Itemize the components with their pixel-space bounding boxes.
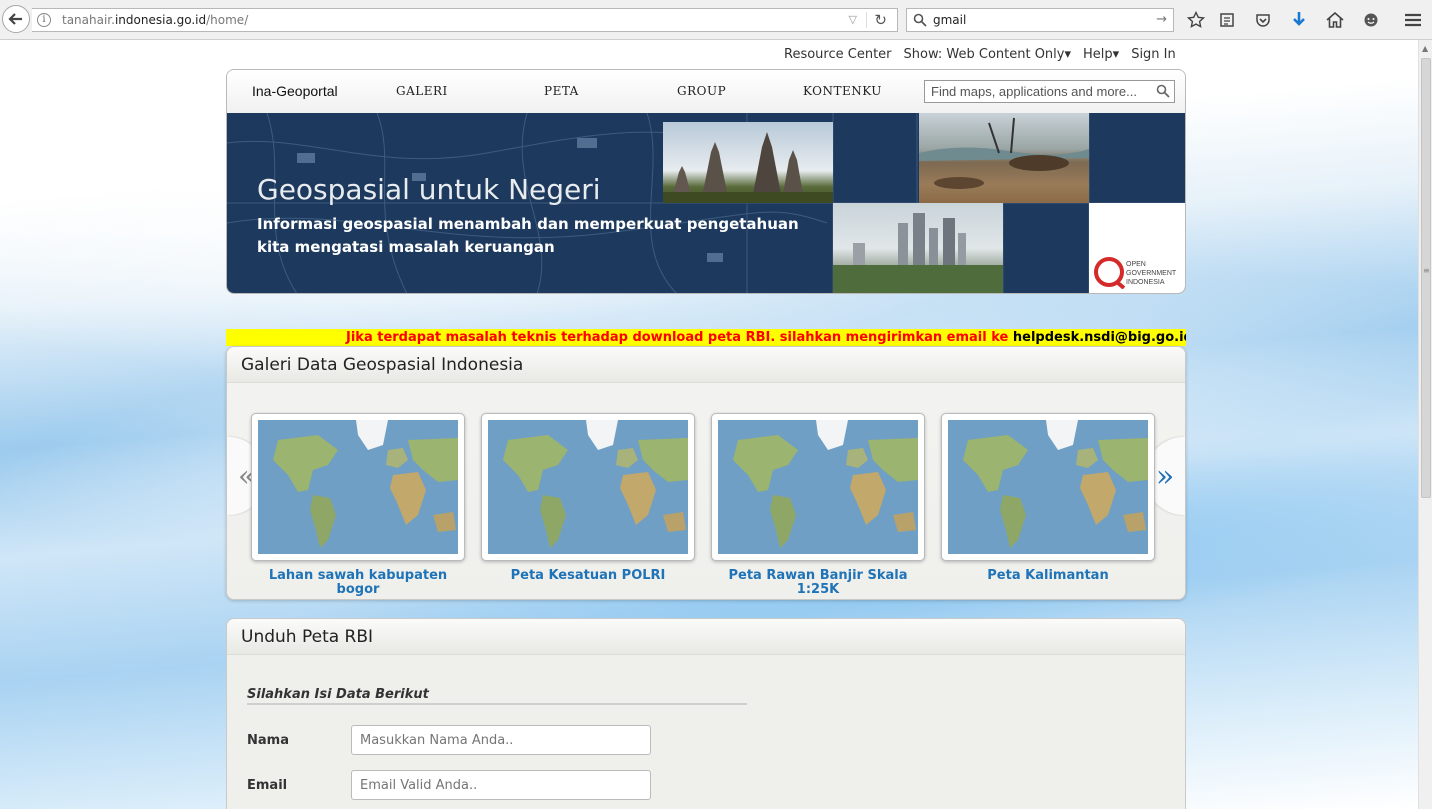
email-input[interactable] — [351, 770, 651, 800]
search-icon — [913, 13, 927, 27]
name-input[interactable] — [351, 725, 651, 755]
arrow-left-icon — [8, 13, 22, 25]
go-arrow-icon[interactable]: → — [1156, 9, 1167, 31]
world-map-image — [718, 420, 918, 554]
browser-search-value: gmail — [933, 13, 967, 27]
search-icon[interactable] — [1156, 84, 1170, 98]
scroll-thumb[interactable]: ≡ — [1421, 58, 1431, 498]
nav-item-group[interactable]: GROUP — [677, 84, 726, 98]
download-icon[interactable] — [1289, 10, 1309, 30]
gallery-item[interactable]: Lahan sawah kabupaten bogor — [251, 413, 465, 597]
address-bar[interactable]: i tanahair.indonesia.go.id/home/ ▽ ↻ — [32, 8, 898, 32]
form-section-header: Silahkan Isi Data Berikut — [247, 683, 747, 705]
form-section-title: Silahkan Isi Data Berikut — [247, 687, 429, 702]
reload-icon[interactable]: ↻ — [874, 9, 887, 31]
download-header: Unduh Peta RBI — [227, 619, 1185, 655]
notice-text: Jika terdapat masalah teknis terhadap do… — [346, 330, 1013, 345]
nav-brand[interactable]: Ina-Geoportal — [252, 83, 338, 99]
help-dropdown[interactable]: Help▾ — [1083, 47, 1119, 65]
city-photo — [833, 203, 1003, 293]
notice-marquee: Jika terdapat masalah teknis terhadap do… — [226, 329, 1186, 346]
site-search-placeholder: Find maps, applications and more... — [931, 84, 1137, 99]
ogi-logo-text: OPEN GOVERNMENT INDONESIA — [1126, 261, 1177, 286]
main-nav: Ina-Geoportal GALERI PETA GROUP KONTENKU… — [227, 70, 1185, 113]
notice-email[interactable]: helpdesk.nsdi@big.go.id — [1013, 330, 1186, 345]
reading-list-icon[interactable] — [1217, 10, 1237, 30]
map-thumbnail[interactable] — [711, 413, 925, 561]
divider — [866, 12, 867, 28]
browser-toolbar: i tanahair.indonesia.go.id/home/ ▽ ↻ gma… — [0, 0, 1432, 40]
gallery-panel: Galeri Data Geospasial Indonesia « » Lah… — [226, 346, 1186, 600]
show-content-dropdown[interactable]: Show: Web Content Only▾ — [904, 47, 1072, 65]
name-label: Nama — [247, 733, 289, 748]
resource-center-link[interactable]: Resource Center — [784, 47, 892, 65]
world-map-image — [258, 420, 458, 554]
download-panel: Unduh Peta RBI Silahkan Isi Data Berikut… — [226, 618, 1186, 809]
hero-banner: Geospasial untuk Negeri Informasi geospa… — [227, 113, 1185, 293]
gallery-title: Galeri Data Geospasial Indonesia — [241, 355, 524, 375]
hello-chat-icon[interactable] — [1361, 10, 1381, 30]
gallery-caption[interactable]: Peta Kalimantan — [941, 569, 1155, 583]
site-search-input[interactable]: Find maps, applications and more... — [924, 80, 1175, 103]
info-icon[interactable]: i — [37, 13, 51, 27]
download-title: Unduh Peta RBI — [241, 627, 374, 647]
url-path: /home/ — [206, 13, 249, 27]
nav-item-kontenku[interactable]: KONTENKU — [803, 84, 882, 98]
pocket-icon[interactable] — [1253, 10, 1273, 30]
gallery-header: Galeri Data Geospasial Indonesia — [227, 347, 1185, 383]
gallery-item[interactable]: Peta Kalimantan — [941, 413, 1155, 583]
page-scrollbar[interactable]: ▲ ≡ — [1418, 40, 1432, 809]
banner-subtitle: Informasi geospasial menambah dan memper… — [257, 215, 799, 256]
beach-photo — [919, 113, 1089, 203]
world-map-image — [488, 420, 688, 554]
gallery-item[interactable]: Peta Rawan Banjir Skala 1:25K — [711, 413, 925, 597]
banner-title: Geospasial untuk Negeri — [257, 173, 601, 206]
url-host: indonesia.go.id — [114, 13, 207, 27]
gallery-caption[interactable]: Peta Kesatuan POLRI — [481, 569, 695, 583]
gallery-caption[interactable]: Peta Rawan Banjir Skala 1:25K — [711, 569, 925, 597]
map-thumbnail[interactable] — [941, 413, 1155, 561]
chevron-double-right-icon: » — [1155, 458, 1175, 494]
world-map-image — [948, 420, 1148, 554]
map-thumbnail[interactable] — [481, 413, 695, 561]
sign-in-link[interactable]: Sign In — [1131, 47, 1176, 65]
scroll-up-icon[interactable]: ▲ — [1422, 44, 1428, 53]
email-label: Email — [247, 778, 288, 793]
grip-icon: ≡ — [1423, 266, 1430, 275]
url-prefix: tanahair. — [62, 13, 115, 27]
menu-icon[interactable] — [1403, 10, 1423, 30]
browser-search-input[interactable]: gmail → — [906, 8, 1174, 32]
temple-photo — [663, 122, 833, 203]
map-thumbnail[interactable] — [251, 413, 465, 561]
nav-item-galeri[interactable]: GALERI — [396, 84, 448, 98]
home-icon[interactable] — [1325, 10, 1345, 30]
back-button[interactable] — [2, 5, 30, 33]
open-government-indonesia-logo[interactable]: OPEN GOVERNMENT INDONESIA — [1089, 203, 1185, 293]
bookmark-star-icon[interactable] — [1186, 10, 1206, 30]
site-header: Ina-Geoportal GALERI PETA GROUP KONTENKU… — [226, 69, 1186, 294]
ogi-logo-icon — [1094, 257, 1126, 289]
nav-item-peta[interactable]: PETA — [544, 84, 579, 98]
top-links: Resource Center Show: Web Content Only▾ … — [784, 47, 1176, 65]
gallery-caption[interactable]: Lahan sawah kabupaten bogor — [251, 569, 465, 597]
gallery-item[interactable]: Peta Kesatuan POLRI — [481, 413, 695, 583]
dropdown-icon[interactable]: ▽ — [849, 9, 857, 31]
